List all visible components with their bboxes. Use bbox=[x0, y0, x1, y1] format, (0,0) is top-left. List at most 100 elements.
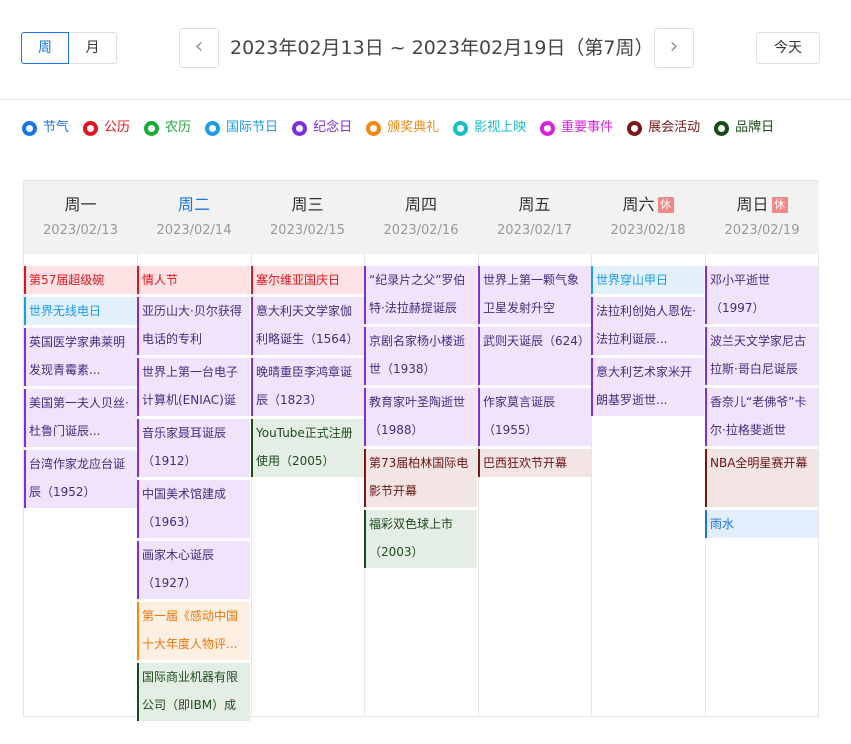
legend-item[interactable]: 纪念日 bbox=[292, 120, 352, 136]
calendar-event[interactable]: 美国第一夫人贝丝·杜鲁门诞辰... bbox=[24, 389, 137, 447]
day-date: 2023/02/19 bbox=[724, 223, 800, 238]
day-date: 2023/02/14 bbox=[156, 223, 232, 238]
today-button[interactable]: 今天 bbox=[756, 32, 820, 64]
chevron-left-icon: ‹ bbox=[194, 34, 204, 59]
weekday-label: 周一 bbox=[64, 195, 97, 214]
day-header: 周六休 2023/02/18 bbox=[591, 181, 705, 254]
legend-item[interactable]: 节气 bbox=[22, 120, 69, 136]
calendar-event[interactable]: “纪录片之父”罗伯特·法拉赫提诞辰 bbox=[364, 266, 477, 324]
calendar-event[interactable]: NBA全明星赛开幕 bbox=[705, 449, 818, 507]
calendar-event[interactable]: 意大利天文学家伽利略诞生（1564） bbox=[251, 297, 364, 355]
calendar-event[interactable]: 台湾作家龙应台诞辰（1952） bbox=[24, 450, 137, 508]
legend-item[interactable]: 农历 bbox=[144, 120, 191, 136]
day-header: 周五 2023/02/17 bbox=[478, 181, 591, 254]
legend-item[interactable]: 国际节日 bbox=[205, 120, 278, 136]
holiday-badge: 休 bbox=[771, 197, 788, 213]
legend-label: 纪念日 bbox=[313, 120, 353, 135]
day-name: 周一 bbox=[24, 195, 137, 215]
chevron-right-icon: › bbox=[669, 34, 679, 59]
calendar-event[interactable]: 世界上第一台电子计算机(ENIAC)诞生 bbox=[137, 358, 250, 416]
day-date: 2023/02/15 bbox=[270, 223, 345, 238]
legend-item[interactable]: 公历 bbox=[83, 120, 130, 136]
day-header: 周日休 2023/02/19 bbox=[705, 181, 819, 254]
day-date: 2023/02/17 bbox=[497, 223, 572, 238]
calendar-event[interactable]: 塞尔维亚国庆日 bbox=[251, 266, 364, 294]
calendar-event[interactable]: 中国美术馆建成（1963） bbox=[137, 480, 250, 538]
calendar-event[interactable]: 国际商业机器有限公司（即IBM）成立 bbox=[137, 663, 250, 721]
weekday-label: 周六 bbox=[622, 195, 655, 214]
weekday-label: 周四 bbox=[404, 195, 437, 214]
calendar-event[interactable]: 第一届《感动中国十大年度人物评... bbox=[137, 602, 250, 660]
view-switch: 周 月 bbox=[21, 32, 117, 64]
calendar-event[interactable]: 巴西狂欢节开幕 bbox=[478, 449, 591, 477]
calendar-event[interactable]: 香奈儿“老佛爷”卡尔·拉格斐逝世 bbox=[705, 388, 818, 446]
radio-dot-icon bbox=[22, 120, 37, 136]
day-date: 2023/02/18 bbox=[610, 223, 686, 238]
legend-item[interactable]: 影视上映 bbox=[453, 120, 526, 136]
day-date: 2023/02/13 bbox=[43, 223, 118, 238]
next-week-button[interactable]: › bbox=[654, 28, 694, 68]
day-header: 周一 2023/02/13 bbox=[24, 181, 137, 254]
calendar-event[interactable]: 教育家叶圣陶逝世（1988） bbox=[364, 388, 477, 446]
day-name: 周六休 bbox=[591, 195, 705, 215]
legend-item[interactable]: 展会活动 bbox=[627, 120, 700, 136]
calendar-event[interactable]: 音乐家聂耳诞辰（1912） bbox=[137, 419, 250, 477]
holiday-badge: 休 bbox=[657, 197, 674, 213]
weekday-label: 周三 bbox=[291, 195, 324, 214]
calendar-event[interactable]: 法拉利创始人恩佐·法拉利诞辰... bbox=[591, 297, 704, 355]
radio-dot-icon bbox=[144, 120, 160, 136]
calendar-event[interactable]: 英国医学家弗莱明发现青霉素... bbox=[24, 328, 137, 386]
legend-label: 公历 bbox=[104, 120, 131, 135]
legend-label: 影视上映 bbox=[474, 120, 527, 135]
calendar-event[interactable]: 第73届柏林国际电影节开幕 bbox=[364, 449, 477, 507]
calendar-event[interactable]: 画家木心诞辰（1927） bbox=[137, 541, 250, 599]
calendar-event[interactable]: 晚晴重臣李鸿章诞辰（1823） bbox=[251, 358, 364, 416]
calendar-event[interactable]: 福彩双色球上市（2003） bbox=[364, 510, 477, 568]
day-column: 塞尔维亚国庆日意大利天文学家伽利略诞生（1564） 晚晴重臣李鸿章诞辰（1823）… bbox=[251, 266, 364, 480]
calendar-event[interactable]: 波兰天文学家尼古拉斯·哥白尼诞辰 bbox=[705, 327, 818, 385]
day-name: 周日休 bbox=[705, 195, 819, 215]
calendar-event[interactable]: 亚历山大·贝尔获得电话的专利 bbox=[137, 297, 250, 355]
week-view-button[interactable]: 周 bbox=[21, 32, 69, 64]
calendar-event[interactable]: 京剧名家杨小楼逝世（1938） bbox=[364, 327, 477, 385]
calendar-event[interactable]: 意大利艺术家米开朗基罗逝世... bbox=[591, 358, 704, 416]
weekday-label: 周五 bbox=[518, 195, 551, 214]
calendar-toolbar: 周 月 ‹ 2023年02月13日 ~ 2023年02月19日（第7周） › 今… bbox=[0, 0, 851, 100]
day-name: 周二 bbox=[137, 195, 251, 215]
calendar-event[interactable]: YouTube正式注册使用（2005） bbox=[251, 419, 364, 477]
calendar-event[interactable]: 世界穿山甲日 bbox=[591, 266, 704, 294]
calendar-event[interactable]: 世界无线电日 bbox=[24, 297, 137, 325]
day-header: 周三 2023/02/15 bbox=[251, 181, 364, 254]
day-column: 情人节亚历山大·贝尔获得电话的专利世界上第一台电子计算机(ENIAC)诞生音乐家… bbox=[137, 266, 250, 724]
calendar-event[interactable]: 雨水 bbox=[705, 510, 818, 538]
day-header: 周四 2023/02/16 bbox=[364, 181, 478, 254]
month-view-button[interactable]: 月 bbox=[69, 32, 117, 64]
legend-item[interactable]: 颁奖典礼 bbox=[366, 120, 439, 136]
date-range-title: 2023年02月13日 ~ 2023年02月19日（第7周） bbox=[230, 37, 654, 59]
radio-dot-icon bbox=[627, 120, 643, 136]
radio-dot-icon bbox=[453, 120, 469, 136]
weekday-label: 周二 bbox=[177, 195, 210, 214]
day-name: 周四 bbox=[364, 195, 478, 215]
week-calendar: 周一 2023/02/13 第57届超级碗 世界无线电日英国医学家弗莱明发现青霉素..… bbox=[23, 180, 819, 721]
radio-dot-icon bbox=[205, 120, 221, 136]
legend-label: 展会活动 bbox=[648, 120, 701, 135]
prev-week-button[interactable]: ‹ bbox=[179, 28, 219, 68]
calendar-event[interactable]: 情人节 bbox=[137, 266, 250, 294]
weekday-label: 周日 bbox=[736, 195, 769, 214]
calendar-event[interactable]: 邓小平逝世（1997） bbox=[705, 266, 818, 324]
day-name: 周五 bbox=[478, 195, 591, 215]
calendar-event[interactable]: 第57届超级碗 bbox=[24, 266, 137, 294]
legend-item[interactable]: 重要事件 bbox=[540, 120, 613, 136]
radio-dot-icon bbox=[714, 120, 730, 136]
calendar-event[interactable]: 武则天诞辰（624） bbox=[478, 327, 591, 385]
calendar-event[interactable]: 作家莫言诞辰（1955） bbox=[478, 388, 591, 446]
day-date: 2023/02/16 bbox=[383, 223, 459, 238]
legend-label: 重要事件 bbox=[561, 120, 614, 135]
day-column: 世界上第一颗气象卫星发射升空 武则天诞辰（624） 作家莫言诞辰（1955） 巴西狂欢… bbox=[478, 266, 591, 480]
day-header: 周二 2023/02/14 bbox=[137, 181, 251, 254]
category-legend: 节气 公历 农历 国际节日 纪念日 颁奖典礼 影视上映 重要事件 展会活动 品牌日 bbox=[22, 120, 822, 136]
legend-label: 国际节日 bbox=[226, 120, 279, 135]
calendar-event[interactable]: 世界上第一颗气象卫星发射升空 bbox=[478, 266, 591, 324]
legend-item[interactable]: 品牌日 bbox=[714, 120, 774, 136]
